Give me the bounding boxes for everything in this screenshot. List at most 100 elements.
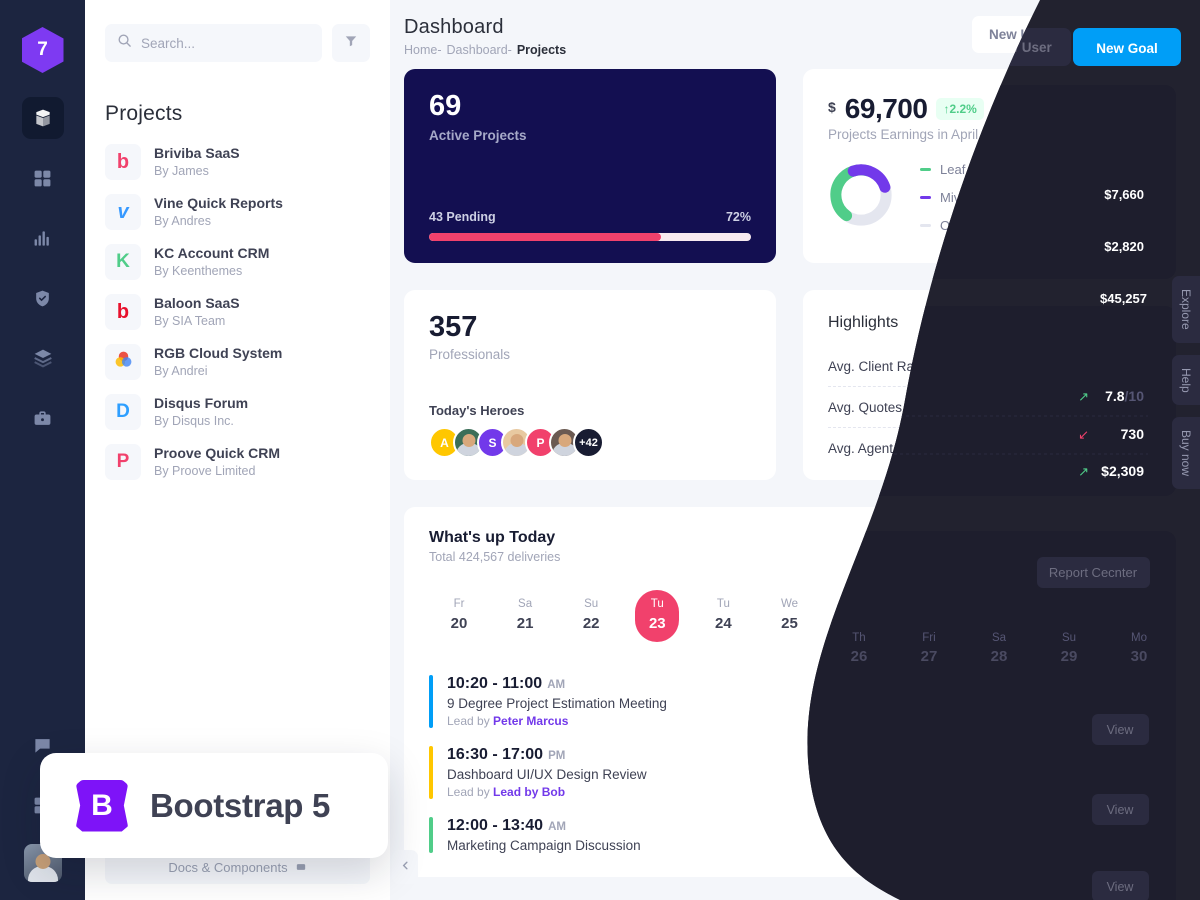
- side-tab-buy-now[interactable]: Buy now: [1172, 417, 1200, 490]
- rail-item-dashboard[interactable]: [21, 97, 64, 139]
- day-cell[interactable]: Th 26: [834, 590, 878, 642]
- hero-avatar-more[interactable]: +42: [573, 427, 604, 458]
- hero-initial: A: [440, 435, 449, 450]
- list-item[interactable]: P Proove Quick CRM By Proove Limited: [105, 444, 370, 480]
- new-goal-button[interactable]: New Goal: [1075, 16, 1175, 53]
- earnings-header: $ 69,700 ↑2.2%: [828, 93, 1150, 125]
- day-dow: We: [780, 598, 798, 610]
- day-cell[interactable]: Sa 28: [966, 590, 1010, 642]
- bootstrap-badge-text: Bootstrap 5: [150, 786, 331, 824]
- title-block: Dashboard Home- Dashboard- Projects: [404, 16, 566, 57]
- beats-icon: b: [116, 300, 130, 323]
- chart-legend: Leaf CRM Mivy App Others: [920, 162, 999, 233]
- event-time-row: 12:00 - 13:40 AM: [447, 817, 641, 835]
- amount-leaf-crm: $7,660: [1110, 162, 1150, 177]
- rail-item-layers[interactable]: [22, 337, 64, 379]
- whats-up-today-card: What's up Today Total 424,567 deliveries…: [404, 507, 1175, 877]
- search-input[interactable]: [141, 35, 310, 51]
- event-lead: Lead by Peter Marcus: [447, 714, 667, 728]
- event-body: 12:00 - 13:40 AM Marketing Campaign Discu…: [447, 817, 641, 853]
- new-user-button[interactable]: New User: [971, 16, 1068, 53]
- project-logo: K: [105, 244, 141, 280]
- today-header: What's up Today Total 424,567 deliveries…: [429, 529, 1150, 564]
- highlight-value-group: ↙ 730: [1108, 399, 1150, 415]
- topbar: Dashboard Home- Dashboard- Projects New …: [390, 0, 1200, 57]
- card-grid: 69 Active Projects 43 Pending 72% $ 69,7…: [390, 57, 1200, 877]
- day-cell-selected[interactable]: Tu 23: [635, 590, 680, 642]
- day-num: 21: [516, 615, 534, 632]
- app-logo[interactable]: 7: [21, 27, 64, 73]
- highlight-label: Avg. Agent Earnings: [828, 440, 951, 456]
- side-tab-explore[interactable]: Explore: [1172, 276, 1200, 343]
- day-cell[interactable]: Fri 27: [900, 590, 944, 642]
- day-dow: Tu: [650, 598, 664, 610]
- day-dow: Th: [848, 598, 863, 610]
- progress-fill: [429, 233, 661, 241]
- docs-badge-icon: [295, 860, 307, 875]
- day-cell[interactable]: Mo 30: [1098, 590, 1142, 642]
- day-cell[interactable]: Su 29: [1032, 590, 1076, 642]
- event-lead-name[interactable]: Peter Marcus: [493, 714, 568, 728]
- project-list: b Briviba SaaS By James v Vine Quick Rep…: [105, 144, 370, 480]
- day-dow: Su: [1046, 598, 1061, 610]
- day-num: 26: [847, 615, 864, 632]
- chevron-left-icon: [400, 860, 411, 874]
- grid-icon: [33, 169, 52, 188]
- list-item[interactable]: b Briviba SaaS By James: [105, 144, 370, 180]
- list-item[interactable]: D Disqus Forum By Disqus Inc.: [105, 394, 370, 430]
- rail-item-projects[interactable]: [22, 397, 64, 439]
- event-lead-name[interactable]: Lead by Bob: [493, 785, 565, 799]
- day-dow: Su: [584, 598, 599, 610]
- view-button[interactable]: View: [1089, 685, 1150, 718]
- rail-item-security[interactable]: [22, 277, 64, 319]
- day-cell[interactable]: We 25: [767, 590, 811, 642]
- search-box[interactable]: [105, 24, 322, 62]
- todays-heroes-label: Today's Heroes: [429, 403, 525, 418]
- day-num: 23: [648, 615, 666, 632]
- docs-label: Docs & Components: [168, 859, 288, 875]
- event-name: Dashboard UI/UX Design Review: [447, 767, 647, 782]
- project-author: By Disqus Inc.: [154, 414, 234, 428]
- breadcrumb: Home- Dashboard- Projects: [404, 43, 566, 57]
- main-content: Dashboard Home- Dashboard- Projects New …: [390, 0, 1200, 900]
- event-list: 10:20 - 11:00 AM 9 Degree Project Estimat…: [429, 666, 1150, 862]
- rail-item-reports[interactable]: [22, 217, 64, 259]
- currency-symbol: $: [828, 99, 836, 115]
- breadcrumb-item-dashboard[interactable]: Dashboard-: [447, 43, 512, 57]
- shield-check-icon: [33, 289, 52, 308]
- active-projects-count: 69: [429, 90, 462, 122]
- filter-button[interactable]: [332, 24, 370, 62]
- list-item[interactable]: RGB Cloud System By Andrei: [105, 344, 370, 380]
- chat-icon: [33, 736, 52, 755]
- filter-icon: [344, 34, 358, 53]
- sidebar-collapse-button[interactable]: [392, 850, 418, 884]
- day-cell[interactable]: Sa 21: [503, 590, 547, 642]
- project-name: Disqus Forum: [154, 395, 249, 412]
- breadcrumb-item-home[interactable]: Home-: [404, 43, 442, 57]
- highlight-suffix: /10: [1130, 358, 1150, 374]
- project-logo: [105, 344, 141, 380]
- event-lead-prefix: Lead by: [447, 714, 494, 728]
- highlights-card: Highlights Avg. Client Rating ↗ 7.8/10 A…: [803, 290, 1175, 480]
- event-name: Marketing Campaign Discussion: [447, 838, 641, 853]
- earnings-change-value: 2.2%: [949, 102, 977, 116]
- day-cell[interactable]: Tu 24: [701, 590, 745, 642]
- day-cell[interactable]: Fr 20: [437, 590, 481, 642]
- list-item[interactable]: b Baloon SaaS By SIA Team: [105, 294, 370, 330]
- report-center-button[interactable]: Report Cecnter: [1033, 529, 1150, 564]
- professionals-card: 357 Professionals Today's Heroes A S P +…: [404, 290, 776, 480]
- side-tab-help[interactable]: Help: [1172, 354, 1200, 406]
- event-ampm: PM: [548, 750, 566, 762]
- day-dow: Sa: [518, 598, 533, 610]
- day-num: 29: [1045, 615, 1063, 632]
- list-item[interactable]: v Vine Quick Reports By Andres: [105, 194, 370, 230]
- event-time: 16:30 - 17:00: [447, 746, 544, 763]
- project-name: Vine Quick Reports: [154, 195, 283, 212]
- view-button[interactable]: View: [1089, 819, 1150, 851]
- event-color-bar: [429, 746, 433, 799]
- day-cell[interactable]: Su 22: [569, 590, 613, 642]
- project-author: By Andrei: [154, 364, 208, 378]
- rail-item-apps[interactable]: [22, 157, 64, 199]
- view-button[interactable]: View: [1089, 756, 1150, 789]
- list-item[interactable]: K KC Account CRM By Keenthemes: [105, 244, 370, 280]
